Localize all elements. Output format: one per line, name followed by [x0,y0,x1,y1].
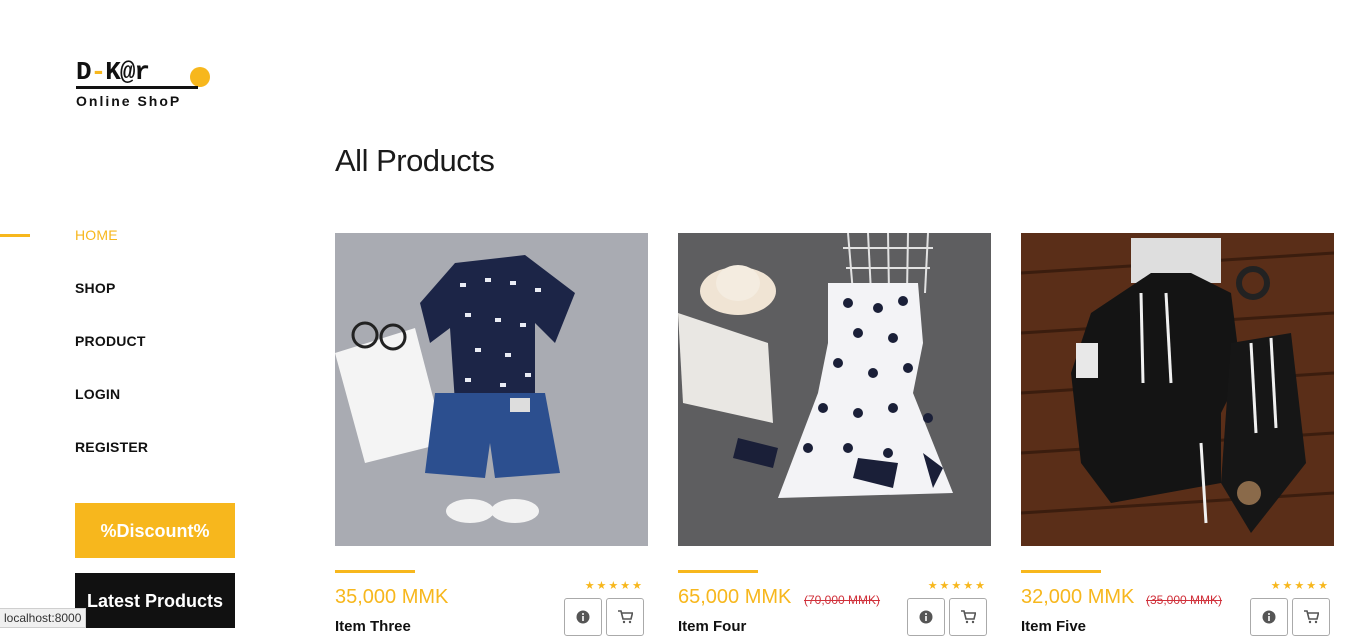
product-card: 35,000 MMK ★★★★★ Item Three [335,233,648,636]
product-actions [1250,598,1330,636]
price: 35,000 MMK [335,586,449,608]
logo-letters-kar: K@r [105,57,150,87]
product-card: 32,000 MMK (35,000 MMK) ★★★★★ Item Five [1021,233,1334,636]
price: 32,000 MMK [1021,586,1135,608]
logo-wordmark: D-K@r [76,57,150,87]
price-rule [678,570,758,573]
product-name[interactable]: Item Four [678,618,746,635]
add-to-cart-button[interactable] [606,598,644,636]
product-card: 65,000 MMK (70,000 MMK) ★★★★★ Item Four [678,233,991,636]
price-rule [1021,570,1101,573]
rating-stars: ★★★★★ [1270,580,1330,592]
info-button[interactable] [907,598,945,636]
price: 65,000 MMK [678,586,792,608]
old-price: (70,000 MMK) [804,593,881,607]
product-actions [564,598,644,636]
info-icon [919,610,933,624]
info-icon [1262,610,1276,624]
product-actions [907,598,987,636]
logo-dash: - [90,57,107,87]
logo-letter-d: D [76,57,92,87]
price-rule [335,570,415,573]
nav-item-register[interactable]: REGISTER [75,438,148,491]
brand-logo[interactable]: D-K@r Online ShoP [76,58,216,114]
product-name[interactable]: Item Five [1021,618,1086,635]
nav-item-product[interactable]: PRODUCT [75,332,148,385]
nav-active-indicator [0,234,30,237]
logo-tagline: Online ShoP [76,93,182,109]
logo-dot-icon [190,67,210,87]
info-icon [576,610,590,624]
cart-icon [1304,610,1319,624]
product-image[interactable] [335,233,648,546]
discount-button[interactable]: %Discount% [75,503,235,558]
nav-item-home[interactable]: HOME [75,226,148,279]
latest-products-button[interactable]: Latest Products [75,573,235,628]
cart-icon [961,610,976,624]
sidebar-nav: HOME SHOP PRODUCT LOGIN REGISTER [75,226,148,491]
page-title: All Products [335,143,495,178]
logo-underline [76,86,198,89]
nav-item-shop[interactable]: SHOP [75,279,148,332]
add-to-cart-button[interactable] [949,598,987,636]
product-image[interactable] [678,233,991,546]
add-to-cart-button[interactable] [1292,598,1330,636]
cart-icon [618,610,633,624]
status-bar-url: localhost:8000 [0,608,87,628]
product-image[interactable] [1021,233,1334,546]
info-button[interactable] [564,598,602,636]
nav-item-login[interactable]: LOGIN [75,385,148,438]
info-button[interactable] [1250,598,1288,636]
rating-stars: ★★★★★ [927,580,987,592]
rating-stars: ★★★★★ [584,580,644,592]
product-name[interactable]: Item Three [335,618,411,635]
old-price: (35,000 MMK) [1146,593,1223,607]
